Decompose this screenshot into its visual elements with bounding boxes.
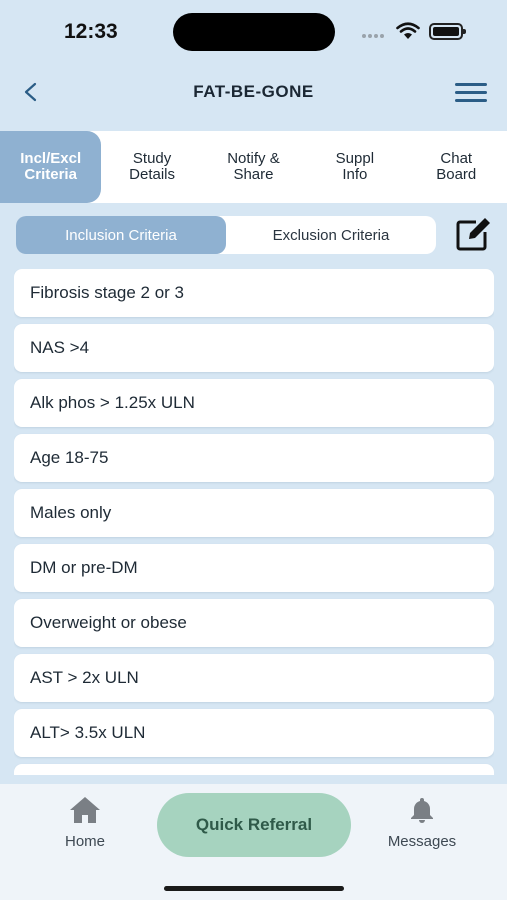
bell-icon <box>411 798 433 823</box>
tab-notify-share[interactable]: Notify & Share <box>203 131 304 203</box>
criteria-item[interactable]: Males only <box>14 489 494 537</box>
criteria-item[interactable]: DM or pre-DM <box>14 544 494 592</box>
page-title: FAT-BE-GONE <box>193 82 314 101</box>
home-indicator <box>164 886 344 891</box>
status-time: 12:33 <box>64 20 118 43</box>
cellular-signal-icon <box>362 34 390 40</box>
tab-suppl-info[interactable]: Suppl Info <box>304 131 405 203</box>
wifi-icon <box>396 22 420 39</box>
home-label: Home <box>64 833 105 850</box>
tab-study-details[interactable]: Study Details <box>101 131 202 203</box>
hamburger-menu-icon[interactable] <box>455 82 489 104</box>
home-tab[interactable]: Home <box>35 796 135 850</box>
battery-icon <box>429 23 466 40</box>
criteria-segmented-control: Inclusion Criteria Exclusion Criteria <box>16 216 436 254</box>
criteria-item[interactable]: Overweight or obese <box>14 599 494 647</box>
exclusion-criteria-segment[interactable]: Exclusion Criteria <box>226 216 436 254</box>
messages-label: Messages <box>387 833 457 850</box>
criteria-item[interactable]: Alk phos > 1.25x ULN <box>14 379 494 427</box>
inclusion-criteria-segment[interactable]: Inclusion Criteria <box>16 216 226 254</box>
criteria-list: Fibrosis stage 2 or 3 NAS >4 Alk phos > … <box>14 269 494 775</box>
status-bar: 12:33 <box>0 0 507 62</box>
messages-tab[interactable]: Messages <box>372 796 472 850</box>
bottom-nav-bar: Home Quick Referral Messages <box>0 784 507 900</box>
tab-incl-excl-criteria[interactable]: Incl/Excl Criteria <box>0 131 102 203</box>
house-icon <box>70 797 100 823</box>
criteria-item[interactable]: AST > 2x ULN <box>14 654 494 702</box>
criteria-item-partial[interactable] <box>14 764 494 775</box>
dynamic-island <box>173 13 335 51</box>
tab-bar: Incl/Excl Criteria Study Details Notify … <box>0 131 507 203</box>
tab-chat-board[interactable]: Chat Board <box>406 131 507 203</box>
nav-header: FAT-BE-GONE <box>0 66 507 118</box>
quick-referral-button[interactable]: Quick Referral <box>157 793 351 857</box>
edit-icon[interactable] <box>453 214 493 254</box>
criteria-item[interactable]: Fibrosis stage 2 or 3 <box>14 269 494 317</box>
criteria-item[interactable]: NAS >4 <box>14 324 494 372</box>
criteria-item[interactable]: Age 18-75 <box>14 434 494 482</box>
criteria-item[interactable]: ALT> 3.5x ULN <box>14 709 494 757</box>
